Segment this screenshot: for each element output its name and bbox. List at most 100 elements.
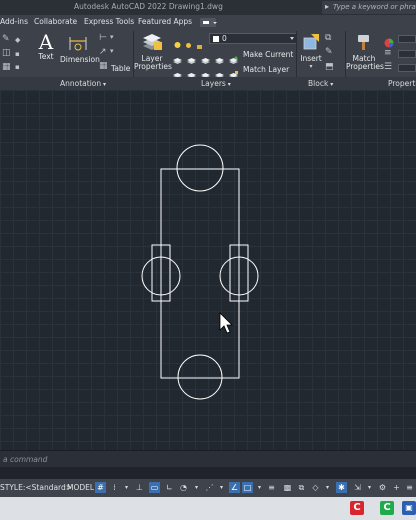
insert-label: Insert xyxy=(300,54,322,63)
window-title: Autodesk AutoCAD 2022 Drawing1.dwg xyxy=(74,2,223,11)
tab-featured-apps[interactable]: Featured Apps xyxy=(138,17,192,26)
lineweight-combo[interactable] xyxy=(398,50,416,58)
make-current-label[interactable]: Make Current xyxy=(243,50,293,59)
tab-express-tools[interactable]: Express Tools xyxy=(84,17,134,26)
annotation-visibility-icon[interactable]: ✱ xyxy=(336,482,347,493)
annotation-scale-icon[interactable]: ⇲ xyxy=(352,482,363,493)
layer-freeze-icon[interactable] xyxy=(201,50,210,64)
infer-constraints-icon[interactable]: ⊥ xyxy=(134,482,145,493)
tab-collaborate[interactable]: Collaborate xyxy=(34,17,77,26)
layer-isolate-icon[interactable] xyxy=(187,50,196,64)
color-combo[interactable] xyxy=(398,35,416,43)
autocad-taskbar-icon[interactable]: C xyxy=(350,501,364,515)
text-button[interactable]: A Text xyxy=(34,32,58,61)
lightbulb-icon[interactable] xyxy=(173,35,182,48)
iso-dropdown-icon[interactable]: ▾ xyxy=(216,482,227,493)
copy-tool-icon[interactable]: ◫ xyxy=(2,48,11,58)
insert-block-icon xyxy=(303,34,319,50)
osnap-dropdown-icon[interactable]: ▾ xyxy=(254,482,265,493)
layer-off-icon[interactable] xyxy=(173,50,182,64)
scale-dropdown-icon[interactable]: ▾ xyxy=(364,482,375,493)
make-current-icon[interactable] xyxy=(229,50,238,64)
block-group-label[interactable]: Block xyxy=(308,79,333,88)
os-taskbar: C C ▣ xyxy=(0,497,416,520)
color-wheel-icon[interactable] xyxy=(384,33,394,48)
layer-unlock-icon[interactable] xyxy=(215,65,224,79)
array-tool-icon[interactable]: ▦ xyxy=(2,62,11,72)
chevron-down-icon xyxy=(290,37,294,40)
ortho-mode-icon[interactable]: ∟ xyxy=(164,482,175,493)
dynamic-input-icon[interactable]: ▭ xyxy=(149,482,160,493)
block-attribute-icon[interactable]: ⬒ xyxy=(325,62,334,72)
match-properties-button[interactable]: Match Properties xyxy=(346,32,384,71)
ribbon-group-labels: Annotation Layers Block Properties xyxy=(0,77,416,90)
sun-icon[interactable] xyxy=(184,35,193,48)
layer-unisolate-icon[interactable] xyxy=(187,65,196,79)
dimension-button[interactable]: Dimension xyxy=(60,32,100,64)
annotation-group-label[interactable]: Annotation xyxy=(60,79,106,88)
create-block-icon[interactable]: ⧉ xyxy=(325,33,331,43)
layer-properties-icon xyxy=(143,34,162,50)
polar-tracking-icon[interactable]: ◔ xyxy=(178,482,189,493)
dimension-label: Dimension xyxy=(60,55,100,64)
layers-group-label[interactable]: Layers xyxy=(201,79,231,88)
customization-menu-icon[interactable]: ≡ xyxy=(404,482,415,493)
search-input[interactable]: ▸ Type a keyword or phrase xyxy=(322,1,416,14)
isolate-objects-icon[interactable]: + xyxy=(391,482,402,493)
3d-osnap-dropdown-icon[interactable]: ▾ xyxy=(322,482,333,493)
stretch-tool-icon[interactable]: ▪ xyxy=(15,63,20,71)
annotation-style-text[interactable]: STYLE:<Standard> xyxy=(0,483,72,492)
leader-dropdown-icon[interactable]: ▾ xyxy=(110,47,114,55)
layer-lock-icon[interactable] xyxy=(215,50,224,64)
model-space-button[interactable]: MODEL xyxy=(67,483,94,492)
linetype-icon[interactable]: ☰ xyxy=(384,62,392,72)
layer-on-icon[interactable] xyxy=(173,65,182,79)
selection-cycling-icon[interactable]: ⧉ xyxy=(296,482,307,493)
edit-block-icon[interactable]: ✎ xyxy=(325,47,333,57)
ribbon-display-toggle[interactable] xyxy=(200,18,217,27)
properties-group-label[interactable]: Properties xyxy=(388,79,416,88)
table-label[interactable]: Table xyxy=(111,64,130,73)
workspace-gear-icon[interactable]: ⚙ xyxy=(377,482,388,493)
snap-dropdown-icon[interactable]: ▾ xyxy=(121,482,132,493)
table-icon[interactable]: ▦ xyxy=(99,61,108,71)
draw-tool-icon[interactable]: ✎ xyxy=(2,34,10,44)
match-properties-label: Match Properties xyxy=(346,54,384,71)
snap-toggle-icon[interactable]: ⁞ xyxy=(109,482,120,493)
search-icon: ▸ xyxy=(325,2,330,11)
layer-thaw-icon[interactable] xyxy=(201,65,210,79)
modify-tool-icon[interactable]: ◆ xyxy=(15,36,20,44)
transparency-icon[interactable]: ▩ xyxy=(282,482,293,493)
insert-button[interactable]: Insert ▾ xyxy=(298,32,324,71)
object-snap-tracking-icon[interactable]: ∠ xyxy=(229,482,240,493)
text-tool-icon: A xyxy=(38,30,54,54)
tab-add-ins[interactable]: Add-ins xyxy=(0,17,28,26)
match-layer-icon[interactable] xyxy=(229,65,238,79)
linear-dim-icon[interactable]: ⊢ xyxy=(99,33,107,43)
scale-tool-icon[interactable]: ▪ xyxy=(15,50,20,58)
app-taskbar-icon[interactable]: C xyxy=(380,501,394,515)
command-prompt: a command xyxy=(3,455,48,464)
lineweight-icon[interactable]: ≡ xyxy=(384,48,392,58)
3d-osnap-icon[interactable]: ◇ xyxy=(310,482,321,493)
grid-toggle-icon[interactable]: # xyxy=(95,482,106,493)
object-snap-icon[interactable]: □ xyxy=(242,482,253,493)
polar-dropdown-icon[interactable]: ▾ xyxy=(191,482,202,493)
unlock-icon[interactable] xyxy=(195,35,204,49)
text-label: Text xyxy=(38,52,54,61)
leader-icon[interactable]: ↗ xyxy=(99,47,107,57)
layer-properties-button[interactable]: Layer Properties xyxy=(134,32,172,71)
tray-app-icon[interactable]: ▣ xyxy=(402,501,416,515)
status-bar: STYLE:<Standard> MODEL # ⁞ ▾ ⊥ ▭ ∟ ◔ ▾ ⋰… xyxy=(0,479,416,497)
layer-dropdown[interactable]: 0 xyxy=(209,33,297,44)
match-layer-label[interactable]: Match Layer xyxy=(243,65,289,74)
top-circle xyxy=(176,144,224,192)
linetype-combo[interactable] xyxy=(398,64,416,72)
dim-dropdown-icon[interactable]: ▾ xyxy=(110,33,114,41)
command-line[interactable]: a command xyxy=(0,450,416,467)
lineweight-toggle-icon[interactable]: ≡ xyxy=(266,482,277,493)
title-bar: Autodesk AutoCAD 2022 Drawing1.dwg ▸ Typ… xyxy=(0,0,416,15)
layout-tabs-area xyxy=(0,467,416,479)
isometric-drafting-icon[interactable]: ⋰ xyxy=(204,482,215,493)
drawing-canvas[interactable] xyxy=(0,90,416,450)
